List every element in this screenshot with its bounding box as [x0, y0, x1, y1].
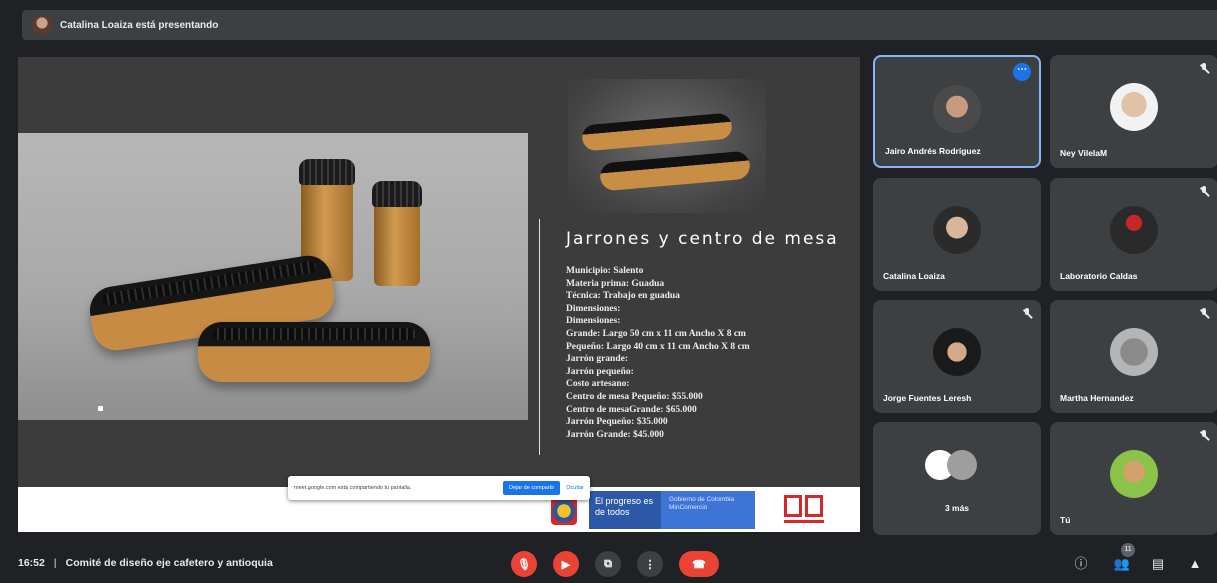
participant-tile[interactable]: Laboratorio Caldas [1050, 178, 1217, 291]
mic-toggle-button[interactable]: 🎙 [511, 551, 537, 577]
small-vase [372, 181, 422, 286]
detail-line: Grande: Largo 50 cm x 11 cm Ancho X 8 cm [566, 328, 746, 339]
participant-tile[interactable]: Ney VilelaM [1050, 55, 1217, 168]
participant-tile[interactable]: Catalina Loaiza [873, 178, 1041, 291]
avatar [1110, 83, 1158, 131]
camera-off-icon: ▶ [561, 558, 571, 571]
small-tray [198, 322, 430, 382]
mic-off-icon [1199, 430, 1209, 442]
participant-name: Jorge Fuentes Leresh [883, 393, 972, 403]
slide-title: Jarrones y centro de mesa [566, 229, 839, 249]
participant-name: 3 más [944, 503, 970, 513]
mouse-cursor [98, 406, 103, 411]
present-screen-icon: ⧉ [604, 557, 612, 570]
mic-off-icon: 🎙 [517, 558, 531, 571]
mincomercio-logo: Gobierno de Colombia MinComercio [661, 491, 755, 529]
mic-off-icon [1022, 308, 1032, 320]
detail-line: Municipio: Salento [566, 266, 644, 276]
participant-name: Catalina Loaiza [883, 271, 945, 281]
avatar [1110, 328, 1158, 376]
avatar [933, 85, 981, 133]
detail-line: Jarrón pequeño: [566, 366, 634, 377]
more-options-icon[interactable]: ⋯ [1013, 63, 1031, 81]
meeting-info: 16:52 | Comité de diseño eje cafetero y … [18, 557, 273, 569]
presenter-avatar [32, 15, 52, 35]
more-vert-icon: ⋮ [644, 558, 656, 571]
chat-icon[interactable]: ▤ [1149, 555, 1167, 573]
detail-line: Jarrón Pequeño: $35.000 [566, 417, 668, 428]
participant-tile[interactable]: Martha Hernandez [1050, 300, 1217, 413]
detail-line: Centro de mesa Pequeño: $55.000 [566, 391, 703, 402]
stop-sharing-button[interactable]: Dejar de compartir [503, 481, 561, 495]
participant-tile[interactable]: ⋯ Jairo Andrés Rodríguez [873, 55, 1041, 168]
product-render-image [18, 133, 528, 420]
screen-share-banner: meet.google.com está compartiendo tu pan… [288, 476, 590, 500]
clock: 16:52 [18, 557, 45, 569]
hang-up-button[interactable]: ☎ [679, 551, 719, 577]
more-participants-tile[interactable]: 3 más [873, 422, 1041, 535]
colombia-seal-logo [551, 497, 577, 525]
activities-icon[interactable]: ▲ [1186, 555, 1204, 573]
slide-divider [539, 219, 540, 455]
separator: | [53, 557, 57, 569]
info-icon[interactable]: ⓘ [1072, 555, 1090, 573]
more-options-button[interactable]: ⋮ [637, 551, 663, 577]
top-bar: Catalina Loaiza está presentando [0, 0, 1217, 48]
presenter-banner: Catalina Loaiza está presentando [22, 10, 1217, 40]
presenter-text: Catalina Loaiza está presentando [60, 19, 219, 31]
detail-line: Técnica: Trabajo en guadua [566, 291, 680, 302]
people-icon[interactable]: 👥 [1113, 555, 1131, 573]
participant-count-badge: 11 [1121, 543, 1135, 557]
detail-line: Materia prima: Guadua [566, 278, 665, 289]
detail-line: Centro de mesaGrande: $65.000 [566, 404, 697, 415]
hide-banner-button[interactable]: Ocultar [566, 485, 584, 491]
avatar [1110, 450, 1158, 498]
mic-off-icon [1199, 186, 1209, 198]
participant-tile[interactable]: Jorge Fuentes Leresh [873, 300, 1041, 413]
detail-line: Costo artesano: [566, 379, 630, 390]
avatar [1110, 206, 1158, 254]
artesanias-logo [784, 495, 824, 525]
camera-toggle-button[interactable]: ▶ [553, 551, 579, 577]
product-details: Municipio: Salento Materia prima: Guadua… [566, 265, 856, 441]
detail-line: Dimensiones: [566, 303, 621, 314]
mic-off-icon [1199, 308, 1209, 320]
share-banner-text: meet.google.com está compartiendo tu pan… [294, 485, 412, 491]
participant-name: Jairo Andrés Rodríguez [885, 146, 981, 156]
participant-name: Ney VilelaM [1060, 148, 1108, 158]
mic-off-icon [1199, 63, 1209, 75]
progress-logo: El progreso es de todos [589, 491, 661, 529]
detail-line: Pequeño: Largo 40 cm x 11 cm Ancho X 8 c… [566, 341, 750, 352]
avatar [933, 328, 981, 376]
shared-screen: Jarrones y centro de mesa Municipio: Sal… [18, 57, 860, 532]
bottom-bar: 16:52 | Comité de diseño eje cafetero y … [0, 545, 1217, 583]
present-button[interactable]: ⧉ [595, 551, 621, 577]
participant-name: Laboratorio Caldas [1060, 271, 1138, 281]
hang-up-icon: ☎ [692, 558, 706, 571]
detail-line: Dimensiones: [566, 316, 621, 327]
product-thumbnail-image [568, 79, 766, 213]
self-tile[interactable]: Tú [1050, 422, 1217, 535]
detail-line: Jarrón Grande: $45.000 [566, 429, 664, 440]
detail-line: Jarrón grande: [566, 354, 629, 365]
participant-name: Martha Hernandez [1060, 393, 1134, 403]
avatar [947, 450, 977, 480]
participant-name: Tú [1060, 515, 1071, 525]
meeting-title: Comité de diseño eje cafetero y antioqui… [65, 557, 273, 569]
avatar [933, 206, 981, 254]
